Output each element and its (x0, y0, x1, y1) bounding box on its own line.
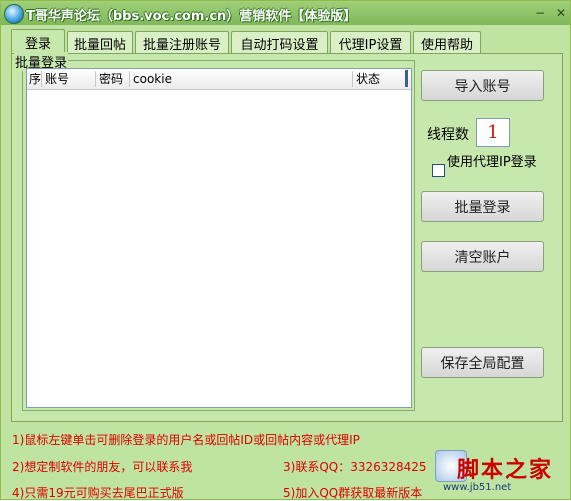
clear-accounts-button[interactable]: 清空账户 (421, 241, 544, 272)
close-button[interactable]: ✕ (552, 4, 570, 21)
tab-captcha-settings[interactable]: 自动打码设置 (231, 31, 328, 54)
batch-login-button[interactable]: 批量登录 (421, 191, 544, 222)
column-header-status[interactable]: 状态 (353, 71, 405, 87)
column-header-account[interactable]: 账号 (42, 71, 96, 87)
column-header-password[interactable]: 密码 (96, 71, 130, 87)
save-config-button[interactable]: 保存全局配置 (421, 347, 544, 378)
column-header-index[interactable]: 序 (27, 71, 42, 87)
site-watermark: 脚本之家 www.jb51.net (435, 450, 569, 496)
use-proxy-checkbox[interactable] (432, 164, 445, 177)
title-bar[interactable]: T哥华声论坛（bbs.voc.com.cn）营销软件【体验版】 − ✕ (1, 1, 570, 25)
tab-batch-register[interactable]: 批量注册账号 (135, 31, 229, 54)
tab-proxy-settings[interactable]: 代理IP设置 (330, 31, 411, 54)
list-header: 序 账号 密码 cookie 状态 (27, 69, 411, 90)
use-proxy-label[interactable]: 使用代理IP登录 (447, 156, 547, 170)
account-list[interactable]: 序 账号 密码 cookie 状态 (26, 68, 412, 408)
threads-label: 线程数 (427, 127, 469, 143)
tab-login[interactable]: 登录 (11, 29, 65, 54)
header-scroll-indicator (405, 70, 408, 87)
column-header-cookie[interactable]: cookie (130, 71, 353, 87)
minimize-button[interactable]: − (531, 4, 549, 21)
info-line-4: 4)只需19元可购买去尾巴正式版 (12, 486, 184, 500)
info-line-1: 1)鼠标左键单击可删除登录的用户名或回帖ID或回帖内容或代理IP (12, 433, 360, 447)
threads-input[interactable]: 1 (476, 118, 510, 147)
watermark-text: 脚本之家 (457, 457, 554, 483)
tab-batch-reply[interactable]: 批量回帖 (67, 31, 133, 54)
tab-help[interactable]: 使用帮助 (413, 31, 481, 54)
watermark-url: www.jb51.net (443, 482, 512, 493)
info-line-5: 5)加入QQ群获取最新版本 (283, 486, 423, 500)
app-icon (4, 4, 24, 24)
info-line-3: 3)联系QQ：3326328425 (283, 460, 427, 474)
info-line-2: 2)想定制软件的朋友，可以联系我 (12, 460, 193, 474)
import-accounts-button[interactable]: 导入账号 (421, 70, 544, 101)
window-title: T哥华声论坛（bbs.voc.com.cn）营销软件【体验版】 (26, 9, 357, 24)
